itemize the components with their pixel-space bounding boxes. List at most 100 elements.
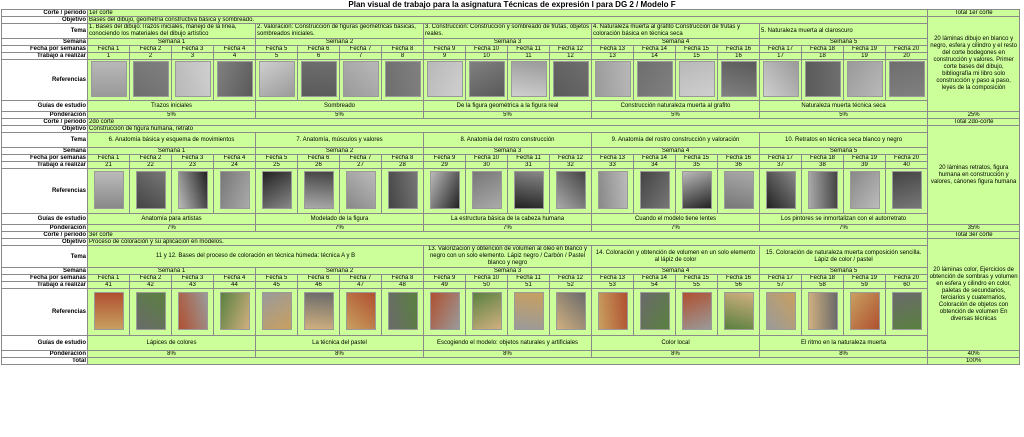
reference-image bbox=[639, 171, 670, 209]
reference-image bbox=[342, 61, 379, 97]
semana-cell: Semana 5 bbox=[758, 38, 929, 46]
grand-total-value: 100% bbox=[927, 357, 1021, 365]
fecha-cell: Fecha 9 bbox=[423, 154, 466, 162]
row-label-trabajo: Trabajo a realizar bbox=[1, 281, 88, 289]
guia-cell: Los pintores se inmortalizan con el auto… bbox=[758, 213, 929, 225]
trabajo-cell: 53 bbox=[591, 281, 634, 289]
reference-image bbox=[261, 292, 292, 330]
reference-image bbox=[387, 171, 418, 209]
row-label-trabajo: Trabajo a realizar bbox=[1, 161, 88, 169]
row-label-total: Total bbox=[1, 357, 88, 365]
corte-row: Corte / período 1er corte Total 1er corte bbox=[1, 9, 1021, 17]
reference-image bbox=[762, 61, 799, 97]
reference-image-cell bbox=[297, 168, 340, 214]
trabajo-cell: 30 bbox=[465, 161, 508, 169]
fecha-cell: Fecha 17 bbox=[759, 274, 802, 282]
trabajo-cell: 48 bbox=[381, 281, 424, 289]
fecha-cell: Fecha 20 bbox=[884, 45, 929, 53]
trabajo-cell: 45 bbox=[255, 281, 298, 289]
reference-image-cell bbox=[465, 288, 508, 336]
fecha-cell: Fecha 4 bbox=[213, 154, 256, 162]
reference-image-cell bbox=[171, 288, 214, 336]
trabajo-cell: 12 bbox=[549, 52, 592, 60]
reference-image bbox=[258, 61, 295, 97]
trabajo-cell: 8 bbox=[381, 52, 424, 60]
trabajo-row: Trabajo a realizar 1 2 3 4 5 6 7 8 9 10 11 12 13 14 15 1… bbox=[1, 52, 1020, 60]
guia-cell: Anatomía para artistas bbox=[87, 213, 256, 225]
trabajo-cell: 42 bbox=[129, 281, 172, 289]
reference-image bbox=[723, 292, 754, 330]
fecha-cell: Fecha 7 bbox=[339, 274, 382, 282]
reference-image bbox=[804, 61, 841, 97]
reference-image bbox=[345, 171, 376, 209]
referencias-row: Referencias bbox=[1, 168, 1020, 214]
tema-cell: 8. Anatomía del rostro construcción bbox=[423, 132, 592, 148]
tema-cell: 4. Naturaleza muerta al grafito Construc… bbox=[591, 23, 760, 39]
fecha-cell: Fecha 14 bbox=[633, 274, 676, 282]
reference-image-cell bbox=[717, 59, 760, 101]
reference-image bbox=[510, 61, 547, 97]
trabajo-cell: 37 bbox=[759, 161, 802, 169]
reference-image bbox=[597, 171, 628, 209]
reference-image-cell bbox=[591, 168, 634, 214]
reference-image bbox=[471, 171, 502, 209]
fecha-cell: Fecha 1 bbox=[87, 274, 130, 282]
ponderacion-row: Ponderación 8% 8% 8% 8% 8% 40% bbox=[1, 350, 1021, 358]
semana-cell: Semana 1 bbox=[87, 267, 256, 275]
row-label-tema: Tema bbox=[1, 245, 88, 268]
reference-image bbox=[639, 292, 670, 330]
row-label-fecha: Fecha por semanas bbox=[1, 45, 88, 53]
tema-cell: 11 y 12. Bases del proceso de coloración… bbox=[87, 245, 424, 268]
reference-image-cell bbox=[423, 59, 466, 101]
trabajo-cell: 15 bbox=[675, 52, 718, 60]
trabajo-cell: 60 bbox=[884, 281, 929, 289]
trabajo-cell: 9 bbox=[423, 52, 466, 60]
reference-image bbox=[135, 292, 166, 330]
reference-image bbox=[303, 292, 334, 330]
reference-image-cell bbox=[297, 288, 340, 336]
reference-image-cell bbox=[129, 168, 172, 214]
fecha-cell: Fecha 3 bbox=[171, 154, 214, 162]
page-title: Plan visual de trabajo para la asignatur… bbox=[348, 0, 676, 9]
reference-image-cell bbox=[884, 59, 929, 101]
reference-image-cell bbox=[297, 59, 340, 101]
fecha-cell: Fecha 8 bbox=[381, 45, 424, 53]
trabajo-cell: 6 bbox=[297, 52, 340, 60]
corte-total-label: Total 3er corte bbox=[927, 231, 1021, 239]
fecha-row: Fecha por semanas Fecha 1 Fecha 2 Fecha 3 Fe… bbox=[1, 154, 1020, 162]
reference-image-cell bbox=[801, 168, 844, 214]
guia-cell: Modelado de la figura bbox=[255, 213, 424, 225]
fecha-cell: Fecha 18 bbox=[801, 274, 844, 282]
row-label-objetivo: Objetivo bbox=[1, 238, 88, 246]
row-label-referencias: Referencias bbox=[1, 168, 88, 214]
reference-image-cell bbox=[339, 59, 382, 101]
corte-total-label: Total 1er corte bbox=[927, 9, 1021, 17]
semana-cell: Semana 4 bbox=[591, 38, 760, 46]
semana-row: Semana Semana 1 Semana 2 Semana 3 Semana 4 Se… bbox=[1, 147, 1020, 155]
fecha-row: Fecha por semanas Fecha 1 Fecha 2 Fecha 3 Fe… bbox=[1, 45, 1020, 53]
fecha-cell: Fecha 5 bbox=[255, 274, 298, 282]
reference-image bbox=[219, 292, 250, 330]
trabajo-cell: 52 bbox=[549, 281, 592, 289]
tema-cell: 15. Coloración de naturaleza muerta comp… bbox=[758, 245, 929, 268]
trabajo-cell: 5 bbox=[255, 52, 298, 60]
reference-image bbox=[177, 171, 208, 209]
guia-cell: Color local bbox=[591, 335, 760, 351]
ponderacion-cell: 7% bbox=[758, 224, 929, 232]
trabajo-cell: 29 bbox=[423, 161, 466, 169]
row-label-guias: Guías de estudio bbox=[1, 100, 88, 112]
guia-cell: De la figura geométrica a la figura real bbox=[423, 100, 592, 112]
row-label-referencias: Referencias bbox=[1, 288, 88, 336]
fecha-cell: Fecha 13 bbox=[591, 45, 634, 53]
fecha-cell: Fecha 5 bbox=[255, 154, 298, 162]
reference-image bbox=[429, 171, 460, 209]
reference-image bbox=[261, 171, 292, 209]
ponderacion-cell: 5% bbox=[758, 111, 929, 119]
reference-image-cell bbox=[465, 59, 508, 101]
guia-cell: La estructura básica de la cabeza humana bbox=[423, 213, 592, 225]
reference-image bbox=[384, 61, 421, 97]
reference-image bbox=[135, 171, 166, 209]
tema-cell: 2. Valoración: Construcción de figuras g… bbox=[255, 23, 424, 39]
objetivo-value: Bases del dibujo, geometría constructiva… bbox=[86, 16, 929, 24]
plan-table: Corte / período 1er corte Total 1er corte O… bbox=[1, 9, 1021, 365]
